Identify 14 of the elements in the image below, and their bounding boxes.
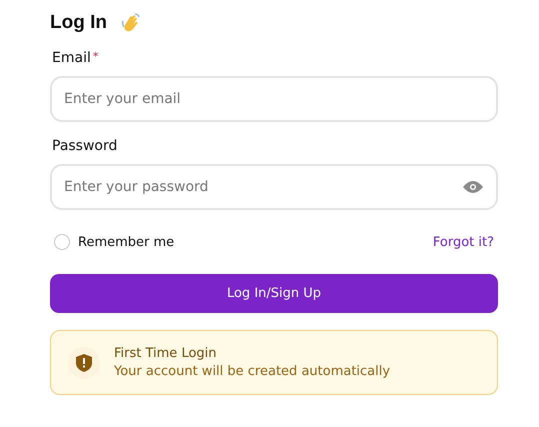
forgot-link[interactable]: Forgot it? xyxy=(432,234,494,250)
field-label: Email xyxy=(52,50,91,66)
field-label: Password xyxy=(52,138,118,154)
email-field[interactable]: Enter your email xyxy=(50,76,498,122)
notice-message: Your account will be created automatically xyxy=(114,364,390,379)
remember-checkbox[interactable] xyxy=(54,234,70,250)
shield-icon xyxy=(68,346,100,378)
remember-label: Remember me xyxy=(78,234,174,250)
login-button[interactable]: Log In/Sign Up xyxy=(50,274,498,313)
form-title: Log In xyxy=(50,12,107,34)
notice-title: First Time Login xyxy=(114,346,218,361)
eye-icon[interactable] xyxy=(463,180,483,194)
required-marker: * xyxy=(92,50,98,65)
password-field[interactable]: Enter your password xyxy=(50,164,498,210)
